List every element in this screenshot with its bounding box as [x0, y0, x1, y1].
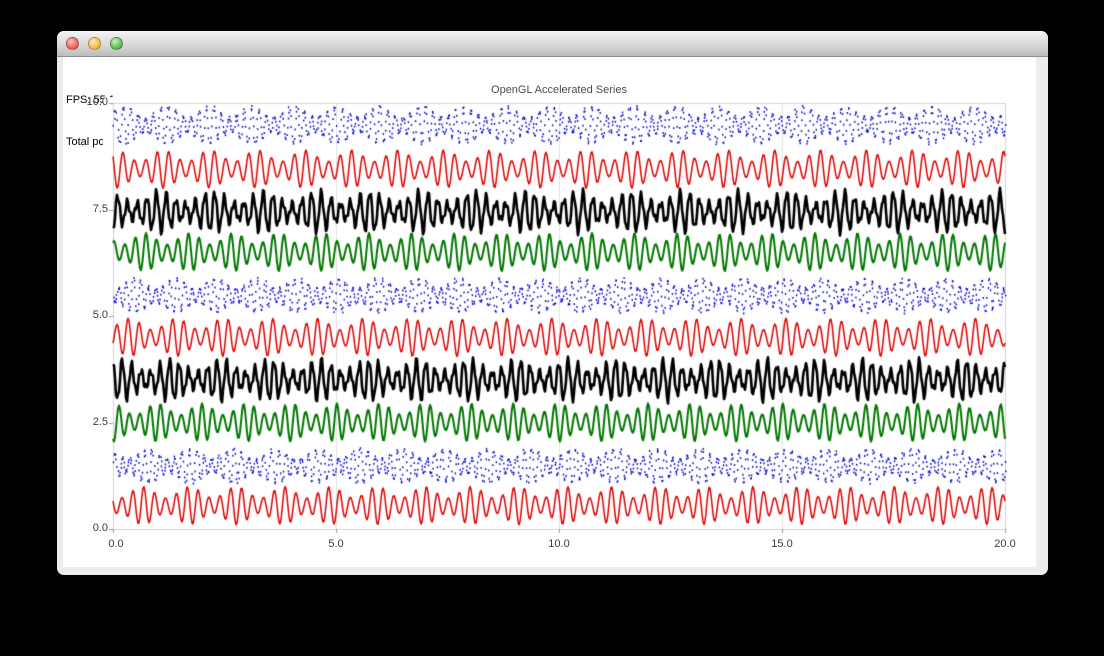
- chart-canvas[interactable]: [103, 97, 1013, 547]
- x-tick-label: 5.0: [314, 538, 358, 550]
- y-tick-label: 5.0: [63, 309, 108, 321]
- zoom-button-icon[interactable]: [110, 37, 123, 50]
- x-tick-label: 0.0: [94, 538, 138, 550]
- y-tick-label: 0.0: [63, 522, 108, 534]
- x-tick-label: 20.0: [983, 538, 1027, 550]
- y-tick-label: 10.0: [63, 96, 108, 108]
- app-window: FPS: 55.1 Total point count: 100000 Open…: [57, 31, 1048, 575]
- close-button-icon[interactable]: [66, 37, 79, 50]
- y-tick-label: 7.5: [63, 203, 108, 215]
- y-tick-label: 2.5: [63, 416, 108, 428]
- x-tick-label: 15.0: [760, 538, 804, 550]
- chart-title: OpenGL Accelerated Series: [113, 84, 1005, 96]
- minimize-button-icon[interactable]: [88, 37, 101, 50]
- window-titlebar[interactable]: [57, 31, 1048, 57]
- traffic-lights: [66, 37, 123, 50]
- x-tick-label: 10.0: [537, 538, 581, 550]
- chart-panel: FPS: 55.1 Total point count: 100000 Open…: [63, 57, 1036, 567]
